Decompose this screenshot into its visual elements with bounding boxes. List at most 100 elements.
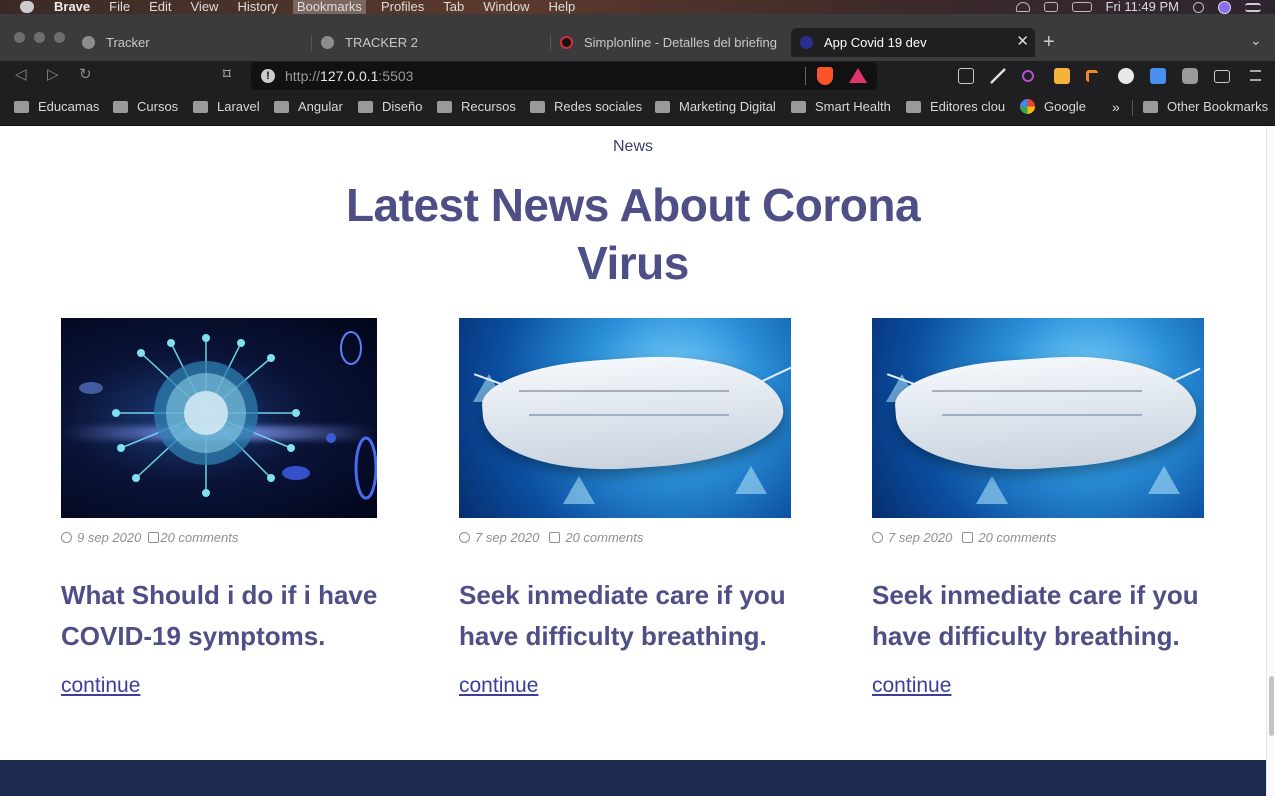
card-title[interactable]: What Should i do if i have COVID-19 symp… [61,575,401,657]
translate-extension-icon[interactable] [958,68,974,84]
browser-menu-icon[interactable] [1250,70,1261,81]
siri-icon[interactable] [1218,0,1231,14]
address-bar[interactable]: ! http://127.0.0.1:5503 [251,62,877,90]
coronavirus-image[interactable] [61,318,377,518]
continue-link[interactable]: continue [61,674,140,698]
bookmark-google[interactable]: Google [1020,99,1086,114]
bookmark-cursos[interactable]: Cursos [113,99,178,114]
extensions-puzzle-icon[interactable] [1182,68,1198,84]
tab-simplonline[interactable]: Simplonline - Detalles del briefing [560,28,782,57]
card-comments[interactable]: 20 comments [160,530,238,545]
card-date: 7 sep 2020 [475,530,540,545]
clock-icon [61,532,72,543]
mask-pleat [529,414,729,416]
macos-menu-bar: Brave File Edit View History Bookmarks P… [0,0,1275,14]
warning-triangle-icon [735,466,767,494]
google-icon [1020,99,1035,114]
folder-icon [437,100,452,113]
menu-edit[interactable]: Edit [149,0,171,14]
menu-window[interactable]: Window [483,0,529,14]
new-tab-button[interactable]: + [1043,32,1055,52]
bookmark-recursos[interactable]: Recursos [437,99,516,114]
tab-separator [311,35,312,51]
card-comments[interactable]: 20 comments [978,530,1056,545]
news-card: 7 sep 2020 20 comments Seek inmediate ca… [872,318,1204,697]
continue-link[interactable]: continue [872,674,951,698]
battery-icon[interactable] [1071,2,1092,12]
notes-extension-icon[interactable] [1054,68,1070,84]
brave-rewards-icon[interactable] [849,68,867,83]
tab-tracker[interactable]: Tracker [82,28,307,57]
mask-pleat [942,414,1142,416]
bookmark-diseno[interactable]: Diseño [358,99,422,114]
tab-title: Tracker [106,35,150,50]
menu-view[interactable]: View [191,0,219,14]
wifi-icon[interactable] [1015,2,1030,12]
warning-triangle-icon [1148,466,1180,494]
folder-icon [530,100,545,113]
window-zoom-button[interactable] [54,32,65,43]
comment-icon [148,532,160,543]
bookmark-smart-health[interactable]: Smart Health [791,99,891,114]
card-title[interactable]: Seek inmediate care if you have difficul… [872,575,1212,657]
bookmark-page-icon[interactable]: ⌑ [223,67,231,83]
menubar-clock[interactable]: Fri 11:49 PM [1106,0,1179,14]
card-comments[interactable]: 20 comments [565,530,643,545]
menu-history[interactable]: History [237,0,277,14]
tab-search-chevron-icon[interactable]: ⌄ [1250,32,1262,49]
bookmark-other-bookmarks[interactable]: Other Bookmarks [1143,99,1268,114]
card-meta: 7 sep 2020 20 comments [459,530,643,545]
tab-app-covid-19-dev[interactable]: App Covid 19 dev ✕ [791,28,1035,57]
clock-icon [459,532,470,543]
app-favicon-icon [800,36,813,49]
menu-bookmarks[interactable]: Bookmarks [292,0,366,14]
reload-button[interactable]: ↻ [79,67,92,83]
forward-button[interactable]: ▷ [47,67,59,83]
address-url[interactable]: http://127.0.0.1:5503 [285,68,413,84]
pen-extension-icon[interactable] [990,68,1006,84]
site-info-icon[interactable]: ! [261,69,275,83]
card-title[interactable]: Seek inmediate care if you have difficul… [459,575,799,657]
tab-tracker-2[interactable]: TRACKER 2 [321,28,546,57]
face-mask-image[interactable] [872,318,1204,518]
face-mask-image[interactable] [459,318,791,518]
window-close-button[interactable] [14,32,25,43]
menu-profiles[interactable]: Profiles [381,0,424,14]
bookmark-laravel[interactable]: Laravel [193,99,260,114]
warning-triangle-icon [563,476,595,504]
brave-shields-icon[interactable] [817,67,833,85]
simplonline-favicon-icon [560,36,573,49]
podcast-extension-icon[interactable] [1022,70,1034,82]
virus-illustration [79,331,377,500]
wallet-icon[interactable] [1214,70,1230,83]
warning-triangle-icon [976,476,1008,504]
google-translate-extension-icon[interactable] [1150,68,1166,84]
code-extension-icon[interactable] [1118,68,1134,84]
bookmark-educamas[interactable]: Educamas [14,99,99,114]
apple-logo-icon[interactable] [20,1,34,13]
menu-tab[interactable]: Tab [443,0,464,14]
continue-link[interactable]: continue [459,674,538,698]
section-eyebrow: News [612,138,653,155]
more-bookmarks-chevron-icon[interactable]: » [1112,99,1120,115]
bookmark-editores-clou[interactable]: Editores clou [906,99,1005,114]
tool-extension-icon[interactable] [1086,70,1098,82]
bookmark-marketing-digital[interactable]: Marketing Digital [655,99,776,114]
back-button[interactable]: ◁ [15,67,27,83]
mask-pleat [932,390,1142,392]
close-tab-icon[interactable]: ✕ [1016,34,1029,50]
menu-file[interactable]: File [109,0,130,14]
scrollbar-thumb[interactable] [1269,676,1274,736]
browser-toolbar: ◁ ▷ ↻ ⌑ ! http://127.0.0.1:5503 [0,61,1275,91]
notification-center-icon[interactable] [1245,2,1261,12]
folder-icon [113,100,128,113]
bookmark-angular[interactable]: Angular [274,99,343,114]
bookmark-redes-sociales[interactable]: Redes sociales [530,99,642,114]
news-card: 7 sep 2020 20 comments Seek inmediate ca… [459,318,791,697]
spotlight-search-icon[interactable] [1193,1,1204,13]
window-minimize-button[interactable] [34,32,45,43]
volume-icon[interactable] [1043,2,1058,12]
menu-help[interactable]: Help [549,0,576,14]
page-scrollbar[interactable] [1266,126,1275,796]
menu-app-name[interactable]: Brave [54,0,90,14]
